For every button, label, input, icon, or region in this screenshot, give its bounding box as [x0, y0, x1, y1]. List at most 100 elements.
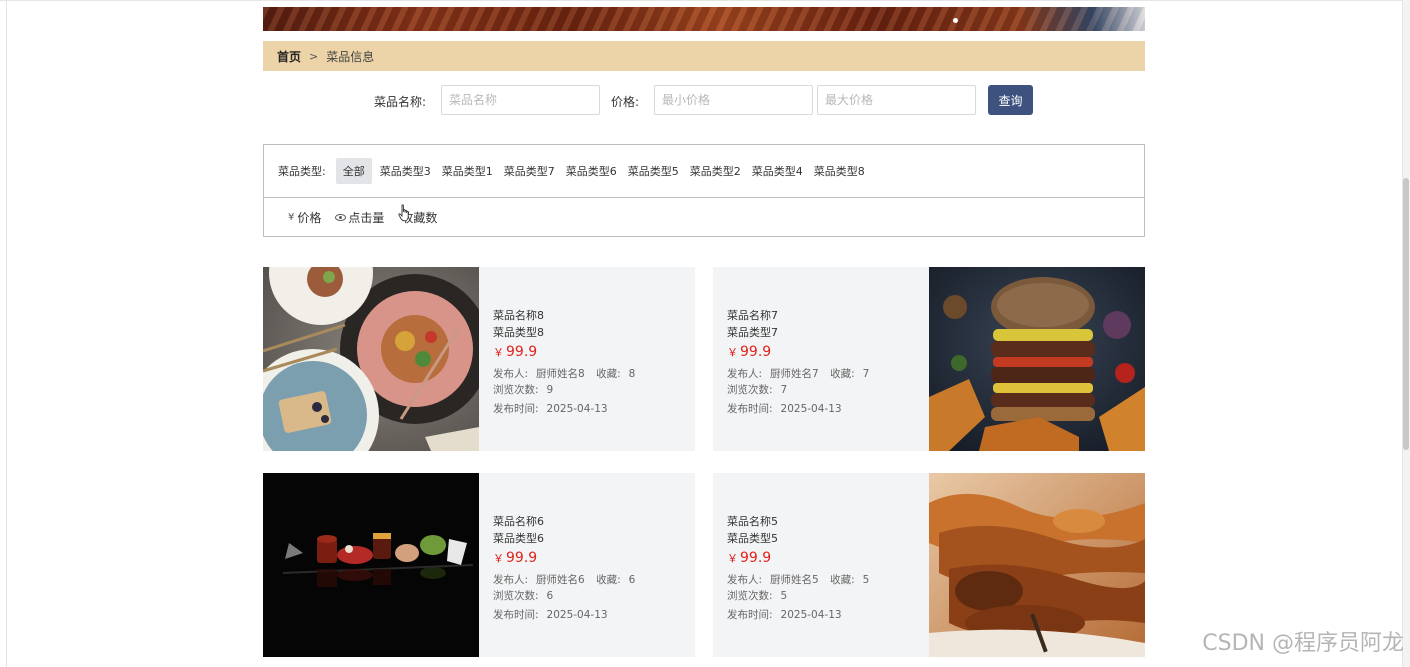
type-chip[interactable]: 菜品类型7	[500, 158, 559, 184]
dish-type-filter: 菜品类型: 全部 菜品类型3 菜品类型1 菜品类型7 菜品类型6 菜品类型5 菜…	[264, 145, 1144, 198]
sort-price-label: 价格	[297, 210, 322, 225]
dish-price: ￥ 99.9	[727, 549, 929, 568]
csdn-watermark: CSDN @程序员阿龙	[1202, 631, 1404, 656]
publish-date: 发布时间: 2025-04-13	[727, 401, 929, 417]
type-chip[interactable]: 菜品类型3	[376, 158, 435, 184]
date-value: 2025-04-13	[780, 403, 842, 415]
search-button[interactable]: 查询	[988, 85, 1033, 115]
date-label: 发布时间:	[493, 403, 539, 415]
publisher-label: 发布人:	[493, 574, 529, 586]
scrollbar-thumb[interactable]	[1403, 178, 1409, 450]
filter-panel: 菜品类型: 全部 菜品类型3 菜品类型1 菜品类型7 菜品类型6 菜品类型5 菜…	[263, 144, 1145, 237]
views-count: 7	[780, 384, 788, 396]
dish-price: ￥ 99.9	[493, 549, 695, 568]
views-label: 浏览次数:	[493, 590, 539, 602]
publisher-label: 发布人:	[493, 368, 529, 380]
dish-meta-line: 发布人: 厨师姓名5 收藏: 5	[727, 572, 929, 588]
dish-info: 菜品名称8 菜品类型8 ￥ 99.9 发布人: 厨师姓名8 收藏: 8 浏览次数: 9 …	[479, 267, 695, 451]
dish-photo-plates	[263, 267, 479, 451]
currency-symbol: ￥	[493, 552, 504, 565]
publisher-name: 厨师姓名8	[536, 368, 585, 380]
date-label: 发布时间:	[493, 609, 539, 621]
date-value: 2025-04-13	[546, 403, 608, 415]
dish-name-input[interactable]	[441, 85, 600, 115]
breadcrumb-home-link[interactable]: 首页	[277, 48, 301, 65]
max-price-input[interactable]	[817, 85, 976, 115]
dish-type: 菜品类型8	[493, 326, 544, 339]
publisher: 发布人: 厨师姓名8	[493, 368, 585, 380]
dish-card[interactable]: 菜品名称8 菜品类型8 ￥ 99.9 发布人: 厨师姓名8 收藏: 8 浏览次数: 9 …	[263, 267, 695, 451]
dish-image[interactable]	[263, 267, 479, 451]
views: 浏览次数: 5	[727, 588, 929, 604]
price-value: 99.9	[740, 550, 772, 566]
dish-name[interactable]: 菜品名称8	[493, 307, 695, 324]
carousel-dot-active[interactable]	[953, 18, 958, 23]
views-label: 浏览次数:	[727, 384, 773, 396]
hero-banner[interactable]	[263, 7, 1145, 31]
top-divider	[0, 0, 1410, 1]
type-chip-all[interactable]: 全部	[335, 158, 372, 184]
dish-type-label: 菜品类型:	[278, 165, 326, 178]
views: 浏览次数: 7	[727, 382, 929, 398]
carousel-indicators	[953, 18, 958, 23]
dish-type: 菜品类型6	[493, 532, 544, 545]
publisher: 发布人: 厨师姓名6	[493, 574, 585, 586]
hand-cursor-icon	[398, 204, 409, 222]
type-chip[interactable]: 菜品类型4	[748, 158, 807, 184]
favorites-label: 收藏:	[596, 574, 621, 586]
type-chip[interactable]: 菜品类型2	[686, 158, 745, 184]
search-form: 菜品名称: 价格: 查询	[0, 85, 1410, 115]
currency-symbol: ￥	[727, 346, 738, 359]
sort-by-price[interactable]: ¥ 价格	[288, 209, 321, 226]
dish-card[interactable]: 菜品名称6 菜品类型6 ￥ 99.9 发布人: 厨师姓名6 收藏: 6 浏览次数: 6 …	[263, 473, 695, 657]
price-value: 99.9	[740, 344, 772, 360]
favorites-count: 5	[862, 574, 870, 586]
min-price-input[interactable]	[654, 85, 813, 115]
date-value: 2025-04-13	[780, 609, 842, 621]
dish-type: 菜品类型5	[727, 532, 778, 545]
price-value: 99.9	[506, 550, 538, 566]
eye-icon	[335, 213, 347, 221]
dish-image[interactable]	[929, 267, 1145, 451]
dish-name[interactable]: 菜品名称5	[727, 513, 929, 530]
views-label: 浏览次数:	[727, 590, 773, 602]
publish-date: 发布时间: 2025-04-13	[493, 401, 695, 417]
yen-icon: ¥	[288, 211, 295, 223]
sort-by-clicks[interactable]: 点击量	[335, 209, 384, 226]
views: 浏览次数: 9	[493, 382, 695, 398]
dish-info: 菜品名称7 菜品类型7 ￥ 99.9 发布人: 厨师姓名7 收藏: 7 浏览次数: 7 …	[713, 267, 929, 451]
dish-image[interactable]	[263, 473, 479, 657]
dish-name[interactable]: 菜品名称7	[727, 307, 929, 324]
dish-name-label: 菜品名称:	[374, 95, 427, 109]
dish-card[interactable]: 菜品名称7 菜品类型7 ￥ 99.9 发布人: 厨师姓名7 收藏: 7 浏览次数: 7 …	[713, 267, 1145, 451]
dish-photo-burger	[929, 267, 1145, 451]
breadcrumb-current: 菜品信息	[326, 49, 375, 64]
favorites-label: 收藏:	[830, 574, 855, 586]
date-label: 发布时间:	[727, 403, 773, 415]
publisher: 发布人: 厨师姓名7	[727, 368, 819, 380]
favorites-count: 8	[628, 368, 636, 380]
type-chip[interactable]: 菜品类型6	[562, 158, 621, 184]
favorites: 收藏: 7	[830, 368, 869, 380]
dish-price: ￥ 99.9	[493, 343, 695, 362]
dish-photo-tapas	[263, 473, 479, 657]
dish-photo-ribs	[929, 473, 1145, 657]
type-chip[interactable]: 菜品类型1	[438, 158, 497, 184]
dish-name[interactable]: 菜品名称6	[493, 513, 695, 530]
dish-card[interactable]: 菜品名称5 菜品类型5 ￥ 99.9 发布人: 厨师姓名5 收藏: 5 浏览次数: 5 …	[713, 473, 1145, 657]
views-label: 浏览次数:	[493, 384, 539, 396]
price-label: 价格:	[611, 95, 640, 109]
publish-date: 发布时间: 2025-04-13	[727, 607, 929, 623]
sort-clicks-label: 点击量	[348, 210, 385, 225]
favorites: 收藏: 6	[596, 574, 635, 586]
type-chip[interactable]: 菜品类型5	[624, 158, 683, 184]
dish-meta-line: 发布人: 厨师姓名6 收藏: 6	[493, 572, 695, 588]
sort-options: ¥ 价格 点击量 收藏数	[264, 198, 1144, 236]
type-chip[interactable]: 菜品类型8	[810, 158, 869, 184]
views: 浏览次数: 6	[493, 588, 695, 604]
favorites-label: 收藏:	[596, 368, 621, 380]
price-value: 99.9	[506, 344, 538, 360]
date-value: 2025-04-13	[546, 609, 608, 621]
breadcrumb-separator: >	[309, 49, 319, 63]
dish-image[interactable]	[929, 473, 1145, 657]
